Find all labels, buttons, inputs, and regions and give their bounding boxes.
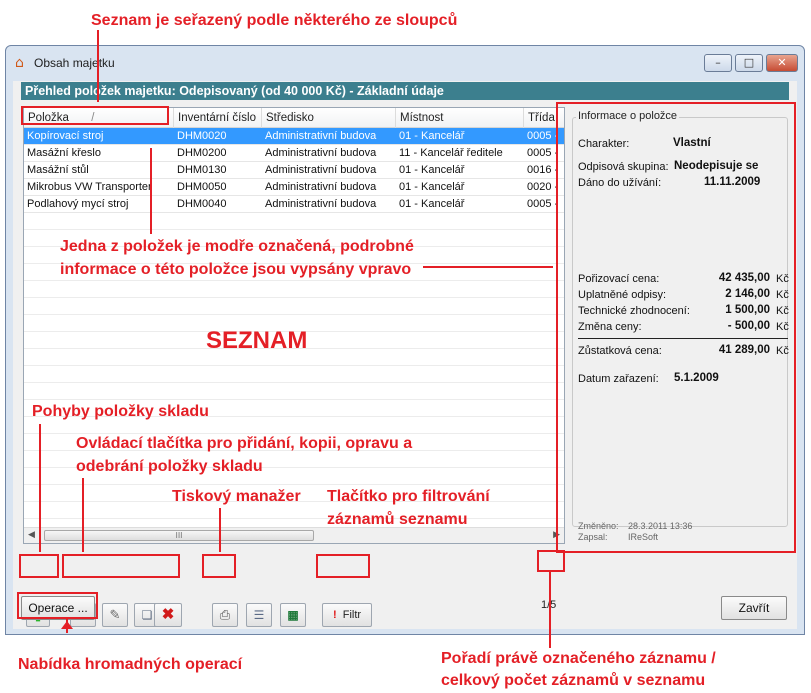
arrow-head-icon <box>61 621 73 629</box>
cell-center: Administrativní budova <box>265 198 377 210</box>
leader-line <box>150 148 152 234</box>
annotation-sorted: Seznam je seřazený podle některého ze sl… <box>91 12 458 29</box>
annotation-position-2: celkový počet záznamů v seznamu <box>441 672 706 689</box>
highlight-print <box>202 554 236 578</box>
cell-room: 01 - Kancelář <box>399 164 465 176</box>
maximize-button[interactable]: □ <box>735 54 763 72</box>
cell-center: Administrativní budova <box>265 164 377 176</box>
empty-row <box>24 298 564 315</box>
cell-room: 01 - Kancelář <box>399 198 465 210</box>
cell-room: 01 - Kancelář <box>399 130 465 142</box>
print-manager-button[interactable]: ⎙ <box>212 603 238 627</box>
leader-line <box>82 478 84 552</box>
edit-document-icon: ✎ <box>109 607 121 622</box>
cell-center: Administrativní budova <box>265 181 377 193</box>
column-header-center[interactable]: Středisko <box>262 108 396 128</box>
cell-room: 11 - Kancelář ředitele <box>399 147 503 159</box>
annotation-movements: Pohyby položky skladu <box>32 403 209 420</box>
annotation-selected-2: informace o této položce jsou vypsány vp… <box>60 261 412 278</box>
leader-line <box>39 424 41 552</box>
table-row[interactable]: Podlahový mycí stroj DHM0040 Administrat… <box>24 196 564 213</box>
filter-mark-icon: ! <box>332 609 337 621</box>
cell-inventory: DHM0050 <box>177 181 227 193</box>
annotation-controls-2: odebrání položky skladu <box>76 458 263 475</box>
empty-row <box>24 383 564 400</box>
empty-row <box>24 281 564 298</box>
highlight-filter <box>316 554 370 578</box>
annotation-position-1: Pořadí právě označeného záznamu / <box>441 650 716 667</box>
leader-line <box>219 508 221 552</box>
annotation-bulk-ops: Nabídka hromadných operací <box>18 656 243 673</box>
close-window-button[interactable]: ✕ <box>766 54 798 72</box>
cell-inventory: DHM0130 <box>177 164 227 176</box>
column-header-room[interactable]: Místnost <box>396 108 524 128</box>
title-bar: ⌂ Obsah majetku – □ ✕ <box>6 46 804 80</box>
printer-icon: ⎙ <box>219 607 231 622</box>
delete-item-button[interactable]: ✖ <box>154 603 182 627</box>
horizontal-scrollbar[interactable]: ◀ III ▶ <box>24 527 564 543</box>
minimize-button[interactable]: – <box>704 54 732 72</box>
table-row[interactable]: Masážní stůl DHM0130 Administrativní bud… <box>24 162 564 179</box>
annotation-filter-1: Tlačítko pro filtrování <box>327 488 490 505</box>
leader-line <box>423 266 553 268</box>
annotation-filter-2: záznamů seznamu <box>327 511 468 528</box>
highlight-controls <box>62 554 180 578</box>
table-row[interactable]: Kopírovací stroj DHM0020 Administrativní… <box>24 128 564 145</box>
cell-room: 01 - Kancelář <box>399 181 465 193</box>
scroll-left-icon[interactable]: ◀ <box>28 530 35 540</box>
highlight-movements <box>19 554 59 578</box>
excel-icon: ▦ <box>287 608 299 622</box>
cell-inventory: DHM0200 <box>177 147 227 159</box>
highlight-column-header <box>21 106 169 125</box>
empty-row <box>24 366 564 383</box>
highlight-info-panel <box>556 102 796 553</box>
asset-list[interactable]: Položka / Inventární číslo Středisko Mís… <box>23 107 565 544</box>
annotation-print-manager: Tiskový manažer <box>172 488 301 505</box>
table-row[interactable]: Masážní křeslo DHM0200 Administrativní b… <box>24 145 564 162</box>
annotation-list-label: SEZNAM <box>206 327 308 354</box>
excel-export-button[interactable]: ▦ <box>280 603 306 627</box>
cell-center: Administrativní budova <box>265 130 377 142</box>
page-title: Přehled položek majetku: Odepisovaný (od… <box>21 82 789 100</box>
house-icon: ⌂ <box>15 55 24 71</box>
filter-label: Filtr <box>342 609 362 621</box>
highlight-operations <box>17 592 98 619</box>
highlight-counter <box>537 550 565 572</box>
column-header-inventory[interactable]: Inventární číslo <box>174 108 262 128</box>
delete-x-icon: ✖ <box>161 606 175 623</box>
copy-icon: ❏ <box>141 608 153 622</box>
cell-inventory: DHM0020 <box>177 130 227 142</box>
window-title: Obsah majetku <box>34 56 115 70</box>
empty-row <box>24 213 564 230</box>
edit-item-button[interactable]: ✎ <box>102 603 128 627</box>
scroll-thumb[interactable]: III <box>44 530 314 541</box>
leader-line <box>97 30 99 102</box>
close-button[interactable]: Zavřít <box>721 596 787 620</box>
cell-inventory: DHM0040 <box>177 198 227 210</box>
table-row[interactable]: Mikrobus VW Transporter DHM0050 Administ… <box>24 179 564 196</box>
filter-button[interactable]: ! Filtr <box>322 603 372 627</box>
list-icon: ☰ <box>253 608 265 622</box>
list-view-button[interactable]: ☰ <box>246 603 272 627</box>
annotation-selected-1: Jedna z položek je modře označená, podro… <box>60 238 414 255</box>
cell-item: Kopírovací stroj <box>27 130 104 142</box>
annotation-controls-1: Ovládací tlačítka pro přidání, kopii, op… <box>76 435 413 452</box>
leader-line <box>549 572 551 648</box>
cell-center: Administrativní budova <box>265 147 377 159</box>
